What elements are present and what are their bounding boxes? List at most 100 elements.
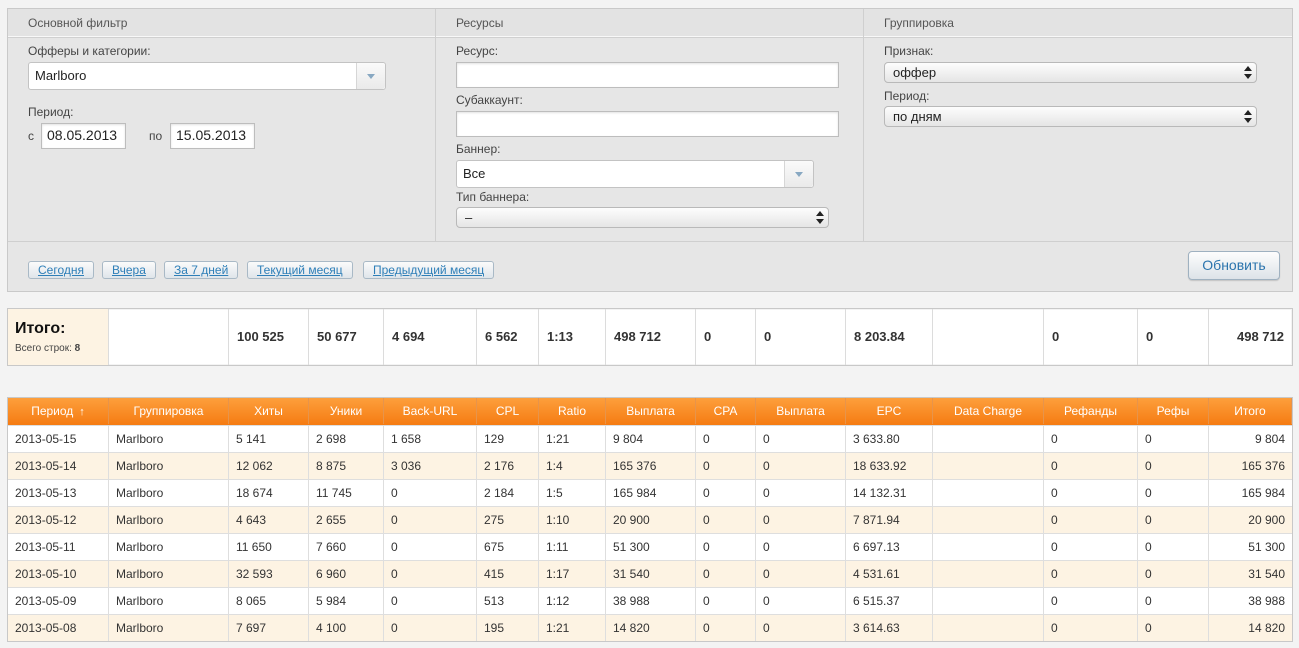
cell-payout-cpa: 0 xyxy=(756,426,846,452)
grouping-section: Группировка Признак: оффер Период: по дн… xyxy=(864,9,1292,241)
table-row: 2013-05-15 Marlboro 5 141 2 698 1 658 129 1:21… xyxy=(8,425,1292,452)
cell-epc: 18 633.92 xyxy=(846,453,933,479)
column-header-refunds[interactable]: Рефанды xyxy=(1044,398,1138,424)
cell-payout-cpa: 0 xyxy=(756,588,846,614)
cell-grouping: Marlboro xyxy=(109,534,229,560)
cell-referrals: 0 xyxy=(1138,534,1209,560)
cell-epc: 6 697.13 xyxy=(846,534,933,560)
cell-back-url: 0 xyxy=(384,534,477,560)
cell-hits: 4 643 xyxy=(229,507,309,533)
cell-data-charge xyxy=(933,480,1044,506)
column-header-cpl[interactable]: CPL xyxy=(477,398,539,424)
column-header-epc[interactable]: EPC xyxy=(846,398,933,424)
total-payout-cpa: 0 xyxy=(756,309,846,365)
last-7-days-button[interactable]: За 7 дней xyxy=(164,261,239,279)
cell-grouping: Marlboro xyxy=(109,480,229,506)
cell-payout-cpa: 0 xyxy=(756,615,846,641)
total-uniques: 50 677 xyxy=(309,309,384,365)
totals-title: Итого: xyxy=(15,320,66,337)
cell-cpl: 275 xyxy=(477,507,539,533)
cell-hits: 18 674 xyxy=(229,480,309,506)
select-arrows-icon xyxy=(816,210,824,225)
cell-referrals: 0 xyxy=(1138,480,1209,506)
refresh-button[interactable]: Обновить xyxy=(1188,251,1280,280)
column-header-ratio[interactable]: Ratio xyxy=(539,398,606,424)
chevron-down-icon[interactable] xyxy=(356,63,385,89)
current-month-button[interactable]: Текущий месяц xyxy=(247,261,353,279)
cell-cpl: 513 xyxy=(477,588,539,614)
cell-period: 2013-05-11 xyxy=(8,534,109,560)
sign-select[interactable]: оффер xyxy=(884,62,1257,83)
date-from-input[interactable]: 08.05.2013 xyxy=(41,123,126,149)
total-referrals: 0 xyxy=(1138,309,1209,365)
cell-payout: 165 984 xyxy=(606,480,696,506)
cell-cpl: 195 xyxy=(477,615,539,641)
rows-count: Всего строк: 8 xyxy=(15,343,81,354)
offers-combobox[interactable]: Marlboro xyxy=(28,62,386,90)
cell-refunds: 0 xyxy=(1044,507,1138,533)
banner-combobox[interactable]: Все xyxy=(456,160,814,188)
today-button[interactable]: Сегодня xyxy=(28,261,94,279)
cell-cpa: 0 xyxy=(696,426,756,452)
cell-payout-cpa: 0 xyxy=(756,480,846,506)
cell-ratio: 1:4 xyxy=(539,453,606,479)
grouping-period-select[interactable]: по дням xyxy=(884,106,1257,127)
cell-period: 2013-05-15 xyxy=(8,426,109,452)
period-label: Период: xyxy=(28,105,74,119)
column-header-total[interactable]: Итого xyxy=(1209,398,1292,424)
column-header-payout-cpa[interactable]: Выплата xyxy=(756,398,846,424)
column-header-referrals[interactable]: Рефы xyxy=(1138,398,1209,424)
cell-grouping: Marlboro xyxy=(109,561,229,587)
cell-data-charge xyxy=(933,453,1044,479)
total-epc: 8 203.84 xyxy=(846,309,933,365)
column-header-cpa[interactable]: CPA xyxy=(696,398,756,424)
resource-input[interactable] xyxy=(456,62,839,88)
cell-uniques: 6 960 xyxy=(309,561,384,587)
cell-cpl: 415 xyxy=(477,561,539,587)
grouping-title: Группировка xyxy=(864,9,1292,37)
column-header-data-charge[interactable]: Data Charge xyxy=(933,398,1044,424)
column-header-payout[interactable]: Выплата xyxy=(606,398,696,424)
table-row: 2013-05-10 Marlboro 32 593 6 960 0 415 1:17 31 … xyxy=(8,560,1292,587)
cell-ratio: 1:5 xyxy=(539,480,606,506)
cell-ratio: 1:10 xyxy=(539,507,606,533)
table-row: 2013-05-12 Marlboro 4 643 2 655 0 275 1:10 20 9… xyxy=(8,506,1292,533)
subaccount-input[interactable] xyxy=(456,111,839,137)
previous-month-button[interactable]: Предыдущий месяц xyxy=(363,261,495,279)
cell-grouping: Marlboro xyxy=(109,507,229,533)
chevron-down-icon[interactable] xyxy=(784,161,813,187)
resource-label: Ресурс: xyxy=(456,44,499,58)
column-header-back-url[interactable]: Back-URL xyxy=(384,398,477,424)
select-arrows-icon xyxy=(1244,65,1252,80)
cell-ratio: 1:12 xyxy=(539,588,606,614)
cell-referrals: 0 xyxy=(1138,453,1209,479)
table-header: Период ↑ Группировка Хиты Уники Back-URL … xyxy=(8,398,1292,425)
column-header-hits[interactable]: Хиты xyxy=(229,398,309,424)
column-header-uniques[interactable]: Уники xyxy=(309,398,384,424)
cell-epc: 4 531.61 xyxy=(846,561,933,587)
cell-grouping: Marlboro xyxy=(109,588,229,614)
total-data-charge xyxy=(933,309,1044,365)
sign-value: оффер xyxy=(893,65,937,80)
cell-total: 9 804 xyxy=(1254,432,1285,446)
total-cpl: 6 562 xyxy=(477,309,539,365)
yesterday-button[interactable]: Вчера xyxy=(102,261,156,279)
column-header-period[interactable]: Период ↑ xyxy=(8,398,109,424)
total-sum: 498 712 xyxy=(1237,329,1284,344)
cell-back-url: 3 036 xyxy=(384,453,477,479)
cell-period: 2013-05-13 xyxy=(8,480,109,506)
cell-period: 2013-05-12 xyxy=(8,507,109,533)
cell-payout-cpa: 0 xyxy=(756,453,846,479)
cell-referrals: 0 xyxy=(1138,426,1209,452)
cell-uniques: 2 655 xyxy=(309,507,384,533)
date-to-input[interactable]: 15.05.2013 xyxy=(170,123,255,149)
cell-epc: 6 515.37 xyxy=(846,588,933,614)
cell-refunds: 0 xyxy=(1044,561,1138,587)
column-header-grouping[interactable]: Группировка xyxy=(109,398,229,424)
cell-payout: 31 540 xyxy=(606,561,696,587)
cell-data-charge xyxy=(933,615,1044,641)
cell-payout: 38 988 xyxy=(606,588,696,614)
cell-cpa: 0 xyxy=(696,534,756,560)
banner-type-select[interactable]: – xyxy=(456,207,829,228)
cell-cpl: 2 184 xyxy=(477,480,539,506)
